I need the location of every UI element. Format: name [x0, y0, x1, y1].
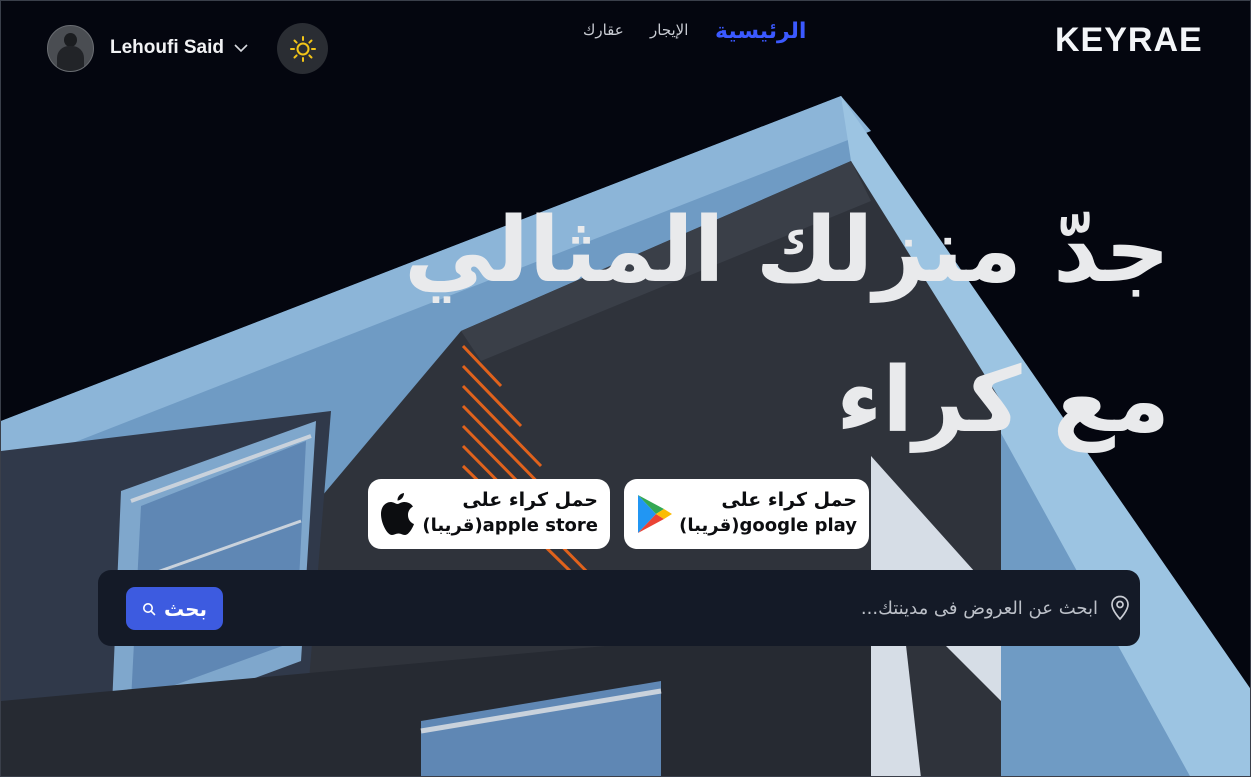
search-icon: [142, 602, 156, 615]
nav-item-my-property[interactable]: عقارك: [583, 21, 624, 39]
apple-store-line2: (قريبا)apple store: [422, 515, 598, 536]
apple-store-button[interactable]: حمل كراء على (قريبا)apple store: [368, 479, 610, 549]
location-pin-icon: [1111, 595, 1129, 621]
main-nav: الرئيسية الإيجار عقارك: [561, 19, 821, 57]
search-button[interactable]: بحث: [126, 587, 223, 630]
apple-store-line1: حمل كراء على: [462, 489, 598, 511]
nav-item-rent[interactable]: الإيجار: [650, 21, 688, 39]
avatar: [47, 24, 94, 72]
search-input[interactable]: [398, 590, 1098, 626]
hero-title: جدّ منزلك المثالي مع كراء: [404, 176, 1170, 476]
hero-title-line1: جدّ منزلك المثالي: [404, 198, 1170, 303]
hero-title-line2: مع كراء: [836, 348, 1170, 453]
search-button-label: بحث: [163, 596, 208, 621]
nav-item-home[interactable]: الرئيسية: [715, 19, 806, 44]
app-frame: KEYRAE الرئيسية الإيجار عقارك Lehoufi Sa…: [0, 0, 1251, 777]
google-store-line1: حمل كراء على: [721, 489, 857, 511]
user-menu[interactable]: Lehoufi Said: [47, 24, 248, 72]
user-name: Lehoufi Said: [110, 37, 224, 58]
google-play-icon: [638, 495, 672, 533]
top-header: KEYRAE الرئيسية الإيجار عقارك Lehoufi Sa…: [1, 1, 1250, 96]
search-bar: بحث: [98, 570, 1140, 646]
brand-logo[interactable]: KEYRAE: [1055, 21, 1203, 60]
apple-icon: [381, 493, 414, 535]
google-store-line2: (قريبا)google play: [679, 515, 857, 536]
theme-toggle-button[interactable]: [277, 23, 328, 74]
google-play-button[interactable]: حمل كراء على (قريبا)google play: [624, 479, 869, 549]
sun-icon: [289, 35, 316, 62]
chevron-down-icon: [234, 44, 248, 53]
